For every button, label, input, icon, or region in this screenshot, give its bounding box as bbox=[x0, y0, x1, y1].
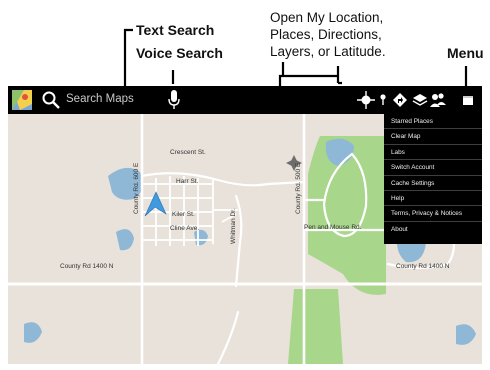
menu-icon[interactable] bbox=[458, 90, 478, 110]
menu-item-cache-settings[interactable]: Cache Settings bbox=[384, 176, 482, 191]
menu-item-clear-map[interactable]: Clear Map bbox=[384, 129, 482, 145]
street-label-harr: Harr St. bbox=[176, 178, 199, 185]
street-label-pen-mouse: Pen and Mouse Rd. bbox=[304, 224, 362, 231]
street-label-500e: County Rd. 500 E bbox=[295, 162, 302, 214]
menu-item-labs[interactable]: Labs bbox=[384, 145, 482, 161]
street-label-whitman: Whitman Dr. bbox=[230, 208, 237, 244]
street-label-crescent: Crescent St. bbox=[170, 149, 206, 156]
menu-item-help[interactable]: Help bbox=[384, 191, 482, 207]
menu-item-about[interactable]: About bbox=[384, 222, 482, 237]
search-input[interactable]: Search Maps bbox=[66, 93, 134, 105]
street-label-1400n-right: County Rd 1400 N bbox=[396, 263, 450, 270]
latitude-icon[interactable] bbox=[428, 90, 448, 110]
street-label-600e: County Rd. 600 E bbox=[133, 162, 140, 214]
street-label-1400n-left: County Rd 1400 N bbox=[60, 263, 114, 270]
microphone-icon[interactable] bbox=[167, 89, 181, 111]
menu-item-starred-places[interactable]: Starred Places bbox=[384, 114, 482, 130]
menu-item-switch-account[interactable]: Switch Account bbox=[384, 160, 482, 176]
action-bar: Search Maps bbox=[8, 86, 482, 114]
directions-icon[interactable] bbox=[390, 90, 410, 110]
toolbar-bracket bbox=[336, 66, 342, 85]
search-icon[interactable] bbox=[42, 91, 60, 109]
layers-icon[interactable] bbox=[410, 90, 430, 110]
street-label-kiler: Kiler St. bbox=[172, 211, 195, 218]
street-label-cline: Cline Ave. bbox=[170, 225, 200, 232]
park-area-small bbox=[288, 289, 343, 364]
overflow-menu: Starred Places Clear Map Labs Switch Acc… bbox=[384, 114, 482, 244]
menu-item-terms[interactable]: Terms, Privacy & Notices bbox=[384, 206, 482, 222]
app-icon[interactable] bbox=[12, 90, 32, 110]
